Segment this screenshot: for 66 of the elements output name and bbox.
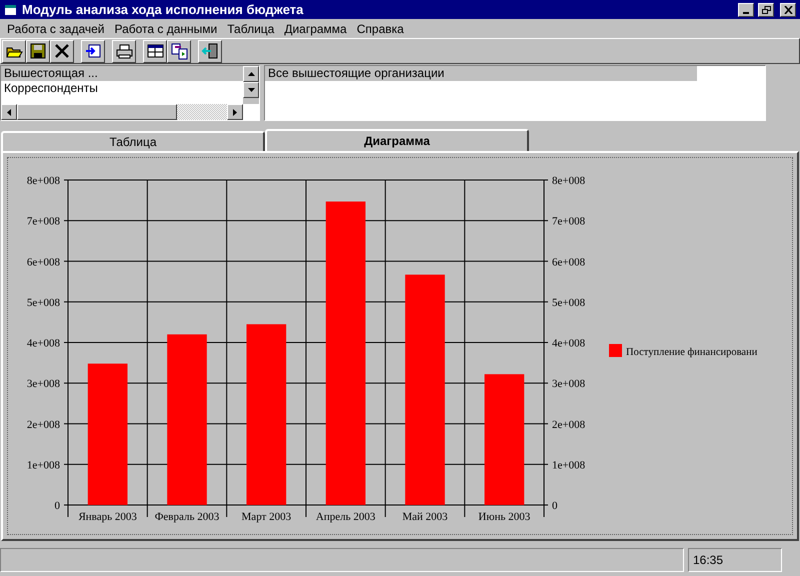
minimize-button[interactable] — [738, 2, 754, 16]
window-title: Модуль анализа хода исполнения бюджета — [22, 0, 304, 19]
app-icon — [4, 4, 18, 16]
tab[interactable]: Таблица — [1, 131, 265, 151]
open-button[interactable] — [2, 40, 26, 62]
save-button[interactable] — [26, 40, 50, 62]
y-axis-label: 2e+008 — [26, 418, 60, 431]
y-axis-label: 7e+008 — [552, 216, 586, 228]
y-axis-label: 1e+008 — [26, 459, 60, 472]
y-axis-label: 5e+008 — [26, 296, 60, 309]
x-axis-label: Май 2003 — [402, 511, 448, 523]
x-axis-label: Апрель 2003 — [316, 511, 376, 523]
menu-item[interactable]: Работа с данными — [109, 20, 222, 38]
import-button[interactable] — [81, 40, 105, 62]
left-arrow-icon — [7, 108, 11, 116]
menu-item[interactable]: Таблица — [222, 20, 280, 38]
y-axis-label: 0 — [552, 500, 558, 512]
menu-item[interactable]: Диаграмма — [279, 20, 352, 38]
vertical-scrollbar[interactable] — [243, 66, 259, 104]
minimize-icon — [743, 12, 749, 14]
x-axis-label: Июнь 2003 — [478, 511, 530, 523]
down-arrow-icon — [248, 88, 254, 92]
y-axis-label: 1e+008 — [552, 459, 586, 472]
legend-swatch — [609, 344, 622, 357]
list-item[interactable]: Все вышестоящие организации — [265, 66, 697, 81]
menu-item[interactable]: Справка — [352, 20, 409, 38]
x-axis-label: Март 2003 — [242, 511, 292, 523]
y-axis-label: 8e+008 — [552, 175, 586, 187]
y-axis-label: 2e+008 — [552, 418, 586, 431]
x-axis-label: Февраль 2003 — [154, 511, 220, 523]
restore-icon — [762, 6, 770, 14]
y-axis-label: 6e+008 — [26, 256, 60, 268]
close-button[interactable] — [780, 2, 796, 16]
status-time: 16:35 — [688, 548, 782, 572]
table-icon — [146, 42, 164, 60]
delete-button[interactable] — [50, 40, 74, 62]
delete-icon — [52, 42, 72, 60]
tab[interactable]: Диаграмма — [265, 129, 529, 151]
close-icon — [784, 6, 792, 14]
table-button[interactable] — [143, 40, 167, 62]
y-axis-label: 4e+008 — [552, 338, 586, 350]
list-item[interactable]: Вышестоящая ... — [1, 66, 243, 81]
y-axis-label: 3e+008 — [26, 378, 60, 390]
y-axis-label: 3e+008 — [552, 378, 586, 390]
y-axis-label: 8e+008 — [26, 175, 60, 187]
x-axis-label: Январь 2003 — [78, 511, 137, 523]
print-button[interactable] — [112, 40, 136, 62]
y-axis-label: 5e+008 — [552, 296, 586, 309]
save-icon — [28, 42, 48, 60]
import-icon — [84, 42, 102, 60]
y-axis-label: 6e+008 — [552, 256, 586, 268]
transfer-icon — [170, 42, 188, 60]
list-item[interactable]: Корреспонденты — [1, 81, 243, 96]
y-axis-label: 7e+008 — [26, 216, 60, 228]
restore-button[interactable] — [758, 2, 774, 16]
y-axis-label: 0 — [54, 500, 60, 512]
y-axis-label: 4e+008 — [26, 338, 60, 350]
up-arrow-icon — [248, 72, 254, 76]
print-icon — [114, 42, 134, 60]
exit-button[interactable] — [198, 40, 222, 62]
exit-icon — [200, 42, 220, 60]
menu-item[interactable]: Работа с задачей — [2, 20, 110, 38]
horizontal-scrollbar[interactable] — [1, 104, 243, 120]
transfer-button[interactable] — [167, 40, 191, 62]
right-arrow-icon — [233, 108, 237, 116]
legend-label: Поступление финансировани — [626, 347, 758, 358]
